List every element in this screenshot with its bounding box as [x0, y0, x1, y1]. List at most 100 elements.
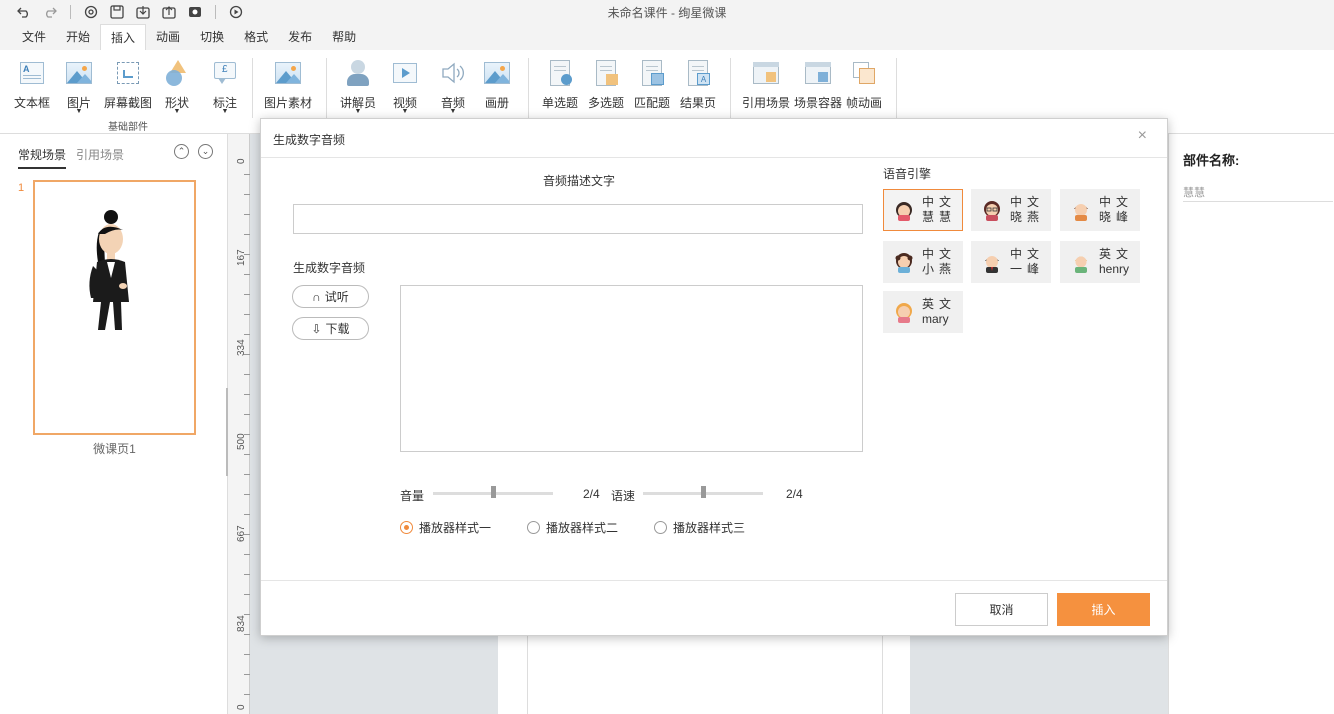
slide-name: 微课页1	[93, 442, 136, 456]
player-style-2-radio[interactable]: 播放器样式二	[527, 519, 618, 536]
voice-option-huihui[interactable]: 中文 慧慧	[883, 189, 963, 231]
voice-option-xiaoyan[interactable]: 中文 晓燕	[971, 189, 1051, 231]
matching-button[interactable]: 匹配题	[634, 58, 670, 111]
ruler-label: 500	[236, 433, 247, 450]
video-button[interactable]: 视频 ▼	[390, 58, 420, 115]
insert-button[interactable]: 插入	[1057, 593, 1150, 626]
cancel-button[interactable]: 取消	[955, 593, 1048, 626]
ribbon-divider	[730, 58, 731, 118]
description-label: 音频描述文字	[543, 174, 616, 188]
image-button[interactable]: 图片 ▼	[64, 58, 94, 115]
result-page-icon: A	[683, 58, 713, 88]
export-icon[interactable]	[159, 2, 179, 22]
female-blond-avatar-icon	[893, 301, 915, 323]
female-avatar-icon	[893, 199, 915, 221]
ruler-label: 834	[236, 615, 247, 632]
male-avatar-icon	[1070, 199, 1092, 221]
menu-help[interactable]: 帮助	[322, 24, 366, 50]
ruler-label: 0	[236, 158, 247, 164]
audio-button[interactable]: 音频 ▼	[438, 58, 468, 115]
image-material-icon	[273, 58, 303, 88]
player-style-3-radio[interactable]: 播放器样式三	[654, 519, 745, 536]
ruler-label: 167	[236, 249, 247, 266]
presenter-button[interactable]: 讲解员 ▼	[340, 58, 376, 115]
chevron-up-icon[interactable]: ⌃	[174, 144, 189, 159]
chevron-down-icon[interactable]: ⌄	[198, 144, 213, 159]
scene-panel: 常规场景 引用场景 ⌃ ⌄ 1 微课页1	[0, 134, 228, 714]
preview-icon[interactable]	[226, 2, 246, 22]
scene-container-icon	[803, 58, 833, 88]
scene-container-button[interactable]: 场景容器	[794, 58, 842, 111]
field-underline	[1183, 201, 1333, 202]
dropdown-arrow-icon: ▼	[354, 108, 362, 115]
speed-slider-thumb[interactable]	[701, 486, 706, 498]
tab-regular-scenes[interactable]: 常规场景	[18, 146, 67, 169]
voice-option-henry[interactable]: 英文 henry	[1060, 241, 1140, 283]
player-style-1-radio[interactable]: 播放器样式一	[400, 519, 491, 536]
ribbon-group-label: 基础部件	[108, 122, 148, 133]
properties-panel: 部件名称: 慧慧	[1168, 134, 1334, 714]
title-bar: 未命名课件 - 绚星微课	[0, 0, 1334, 24]
shape-button[interactable]: 形状 ▼	[162, 58, 192, 115]
reference-scene-button[interactable]: 引用场景	[742, 58, 790, 111]
ribbon-divider	[326, 58, 327, 118]
dropdown-arrow-icon: ▼	[75, 108, 83, 115]
save-icon[interactable]	[107, 2, 127, 22]
voice-option-mary[interactable]: 英文 mary	[883, 291, 963, 333]
scene-tabs: 常规场景 引用场景	[18, 146, 134, 169]
voice-option-xiaofeng[interactable]: 中文 晓峰	[1060, 189, 1140, 231]
result-page-button[interactable]: A 结果页	[680, 58, 716, 111]
screenshot-button[interactable]: 屏幕截图	[104, 58, 152, 111]
publish-icon[interactable]	[185, 2, 205, 22]
toolbar-divider	[215, 5, 216, 19]
textbox-button[interactable]: A 文本框	[14, 58, 50, 111]
tab-reference-scenes[interactable]: 引用场景	[76, 146, 124, 169]
dialog-footer-divider	[261, 580, 1167, 581]
voice-option-xiaoyan2[interactable]: 中文 小燕	[883, 241, 963, 283]
menu-file[interactable]: 文件	[12, 24, 56, 50]
component-name-label: 部件名称:	[1183, 153, 1240, 168]
male-blond-avatar-icon	[1070, 251, 1092, 273]
volume-label: 音量	[400, 489, 425, 503]
single-choice-button[interactable]: 单选题	[542, 58, 578, 111]
import-icon[interactable]	[133, 2, 153, 22]
listen-button[interactable]: ∩ 试听	[292, 285, 369, 308]
menu-publish[interactable]: 发布	[278, 24, 322, 50]
ruler-label: 0	[236, 704, 247, 710]
matching-icon	[637, 58, 667, 88]
settings-icon[interactable]	[81, 2, 101, 22]
generate-audio-label: 生成数字音频	[293, 261, 366, 275]
download-button[interactable]: ⇩ 下载	[292, 317, 369, 340]
menu-insert[interactable]: 插入	[100, 24, 147, 50]
volume-slider-thumb[interactable]	[491, 486, 496, 498]
single-choice-icon	[545, 58, 575, 88]
menu-format[interactable]: 格式	[234, 24, 278, 50]
undo-icon[interactable]	[14, 2, 34, 22]
component-name-value[interactable]: 慧慧	[1183, 184, 1205, 200]
redo-icon[interactable]	[40, 2, 60, 22]
dropdown-arrow-icon: ▼	[401, 108, 409, 115]
album-icon	[482, 58, 512, 88]
callout-icon: £	[210, 58, 240, 88]
callout-button[interactable]: £ 标注 ▼	[210, 58, 240, 115]
multi-choice-button[interactable]: 多选题	[588, 58, 624, 111]
menu-transition[interactable]: 切换	[190, 24, 234, 50]
ribbon-divider	[528, 58, 529, 118]
description-input[interactable]	[293, 204, 863, 234]
speaker-icon	[438, 58, 468, 88]
volume-value: 2/4	[583, 487, 600, 501]
image-material-button[interactable]: 图片素材	[264, 58, 312, 111]
menu-home[interactable]: 开始	[56, 24, 100, 50]
slide-thumbnail[interactable]	[33, 180, 196, 435]
headphones-icon: ∩	[312, 289, 321, 304]
frame-animation-icon	[849, 58, 879, 88]
dropdown-arrow-icon: ▼	[173, 108, 181, 115]
dropdown-arrow-icon: ▼	[221, 108, 229, 115]
frame-animation-button[interactable]: 帧动画	[846, 58, 882, 111]
voice-option-yifeng[interactable]: 中文 一峰	[971, 241, 1051, 283]
close-icon[interactable]: ×	[1138, 127, 1147, 145]
quick-access-toolbar	[0, 2, 252, 22]
speed-value: 2/4	[786, 487, 803, 501]
album-button[interactable]: 画册	[482, 58, 512, 111]
menu-animation[interactable]: 动画	[146, 24, 190, 50]
